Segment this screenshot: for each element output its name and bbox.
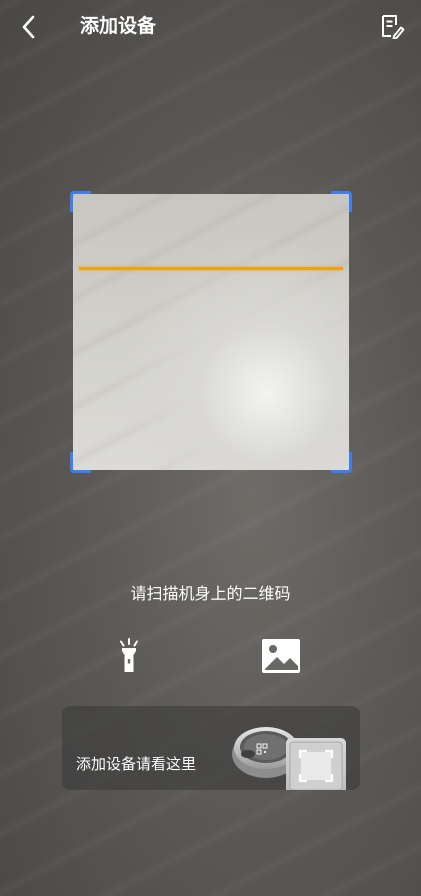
manual-input-button[interactable] xyxy=(379,13,405,40)
album-button[interactable] xyxy=(261,637,301,675)
scan-corner xyxy=(331,191,352,212)
guide-banner-text: 添加设备请看这里 xyxy=(76,755,197,773)
add-device-guide-banner[interactable]: 添加设备请看这里 xyxy=(62,706,360,790)
scan-corner xyxy=(70,191,91,212)
flashlight-icon xyxy=(120,638,138,672)
scan-line xyxy=(79,267,343,270)
flashlight-button[interactable] xyxy=(114,637,144,675)
top-bar: 添加设备 xyxy=(0,0,421,52)
chevron-left-icon xyxy=(22,15,35,39)
scan-hint: 请扫描机身上的二维码 xyxy=(130,584,291,603)
page-title: 添加设备 xyxy=(80,15,157,37)
scan-corner xyxy=(331,452,352,473)
robot-vacuum-qr-illustration xyxy=(232,727,346,790)
back-button[interactable] xyxy=(14,12,44,42)
image-icon xyxy=(262,639,300,673)
edit-note-icon xyxy=(382,15,405,40)
scan-corner xyxy=(70,452,91,473)
scan-frame xyxy=(70,191,352,473)
